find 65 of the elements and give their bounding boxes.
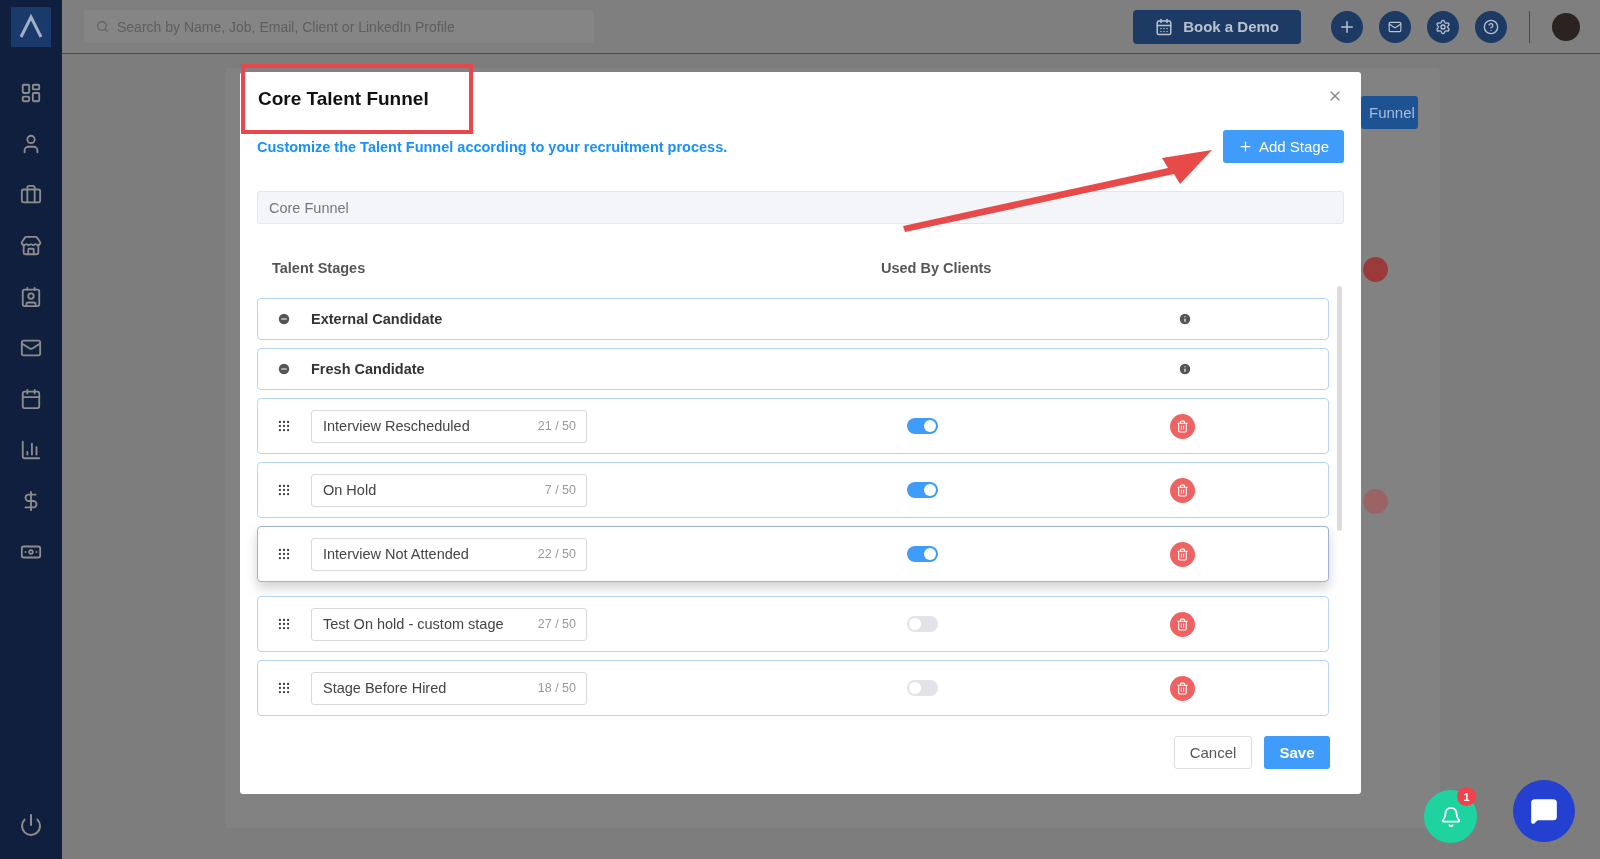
drag-handle-icon[interactable] — [277, 681, 291, 695]
char-count: 18 / 50 — [537, 681, 576, 695]
trash-icon — [1176, 483, 1189, 497]
toggle-switch[interactable] — [907, 546, 938, 562]
drag-handle-icon[interactable] — [277, 483, 291, 497]
char-count: 7 / 50 — [544, 483, 576, 497]
column-header: Used By Clients — [881, 260, 992, 276]
stage-input[interactable]: Test On hold - custom stage 27 / 50 — [311, 607, 587, 641]
help-button[interactable] — [1475, 10, 1507, 43]
stage-input[interactable]: On Hold 7 / 50 — [311, 473, 587, 507]
scrollbar[interactable] — [1337, 286, 1342, 531]
dashboard-icon[interactable] — [19, 81, 43, 105]
stage-input[interactable]: Stage Before Hired 18 / 50 — [311, 671, 587, 705]
drag-handle-icon[interactable] — [277, 419, 291, 433]
minus-icon[interactable] — [277, 312, 291, 326]
trash-icon — [1176, 419, 1189, 433]
bar-chart-icon[interactable] — [19, 438, 43, 462]
delete-button[interactable] — [1170, 477, 1195, 503]
char-count: 27 / 50 — [537, 617, 576, 631]
minus-icon[interactable] — [277, 362, 291, 376]
search-icon — [96, 20, 109, 33]
delete-button[interactable] — [1170, 413, 1195, 439]
trash-icon — [1176, 547, 1189, 561]
settings-icon — [1435, 18, 1451, 35]
plus-icon — [1237, 139, 1253, 154]
dialog-title: Core Talent Funnel — [241, 64, 473, 134]
stage-input[interactable]: Interview Not Attended 22 / 50 — [311, 537, 587, 571]
help-icon — [1483, 18, 1499, 35]
toggle-switch[interactable] — [907, 616, 938, 632]
stage-name: External Candidate — [311, 311, 444, 327]
notification-badge: 1 — [1457, 787, 1476, 806]
char-count: 22 / 50 — [537, 547, 576, 561]
mail-icon — [1388, 19, 1402, 34]
calendar-icon[interactable] — [19, 387, 43, 411]
column-header: Talent Stages — [272, 260, 367, 276]
drag-handle-icon[interactable] — [277, 547, 291, 561]
calendar-icon — [1155, 17, 1174, 36]
toggle-switch[interactable] — [907, 418, 938, 434]
bell-icon — [1439, 805, 1462, 828]
funnel-button[interactable]: Funnel — [1361, 96, 1418, 129]
info-icon[interactable] — [1178, 312, 1192, 326]
stage-input[interactable]: Interview Rescheduled 21 / 50 — [311, 409, 587, 443]
dialog-subtitle: Customize the Talent Funnel according to your recruitment process. — [257, 138, 728, 155]
cancel-button[interactable]: Cancel — [1174, 736, 1252, 769]
contact-card-icon[interactable] — [19, 285, 43, 309]
toggle-switch[interactable] — [907, 680, 938, 696]
trash-icon — [1176, 681, 1189, 695]
stage-name: Fresh Candidate — [311, 361, 426, 377]
add-button[interactable] — [1331, 10, 1363, 43]
delete-button[interactable] — [1170, 675, 1195, 701]
trash-icon — [1176, 617, 1189, 631]
toggle-switch[interactable] — [907, 482, 938, 498]
char-count: 21 / 50 — [537, 419, 576, 433]
power-icon[interactable] — [19, 813, 43, 837]
chat-icon — [1530, 797, 1558, 825]
delete-button[interactable] — [1170, 611, 1195, 637]
delete-button[interactable] — [1170, 541, 1195, 567]
settings-button[interactable] — [1427, 10, 1459, 43]
avatar[interactable] — [1552, 12, 1580, 41]
drag-handle-icon[interactable] — [277, 617, 291, 631]
book-demo-button[interactable]: Book a Demo — [1133, 9, 1301, 44]
info-icon[interactable] — [1178, 362, 1192, 376]
mail-button[interactable] — [1379, 10, 1411, 43]
funnel-name-field[interactable]: Core Funnel — [257, 191, 1344, 224]
store-icon[interactable] — [19, 234, 43, 258]
